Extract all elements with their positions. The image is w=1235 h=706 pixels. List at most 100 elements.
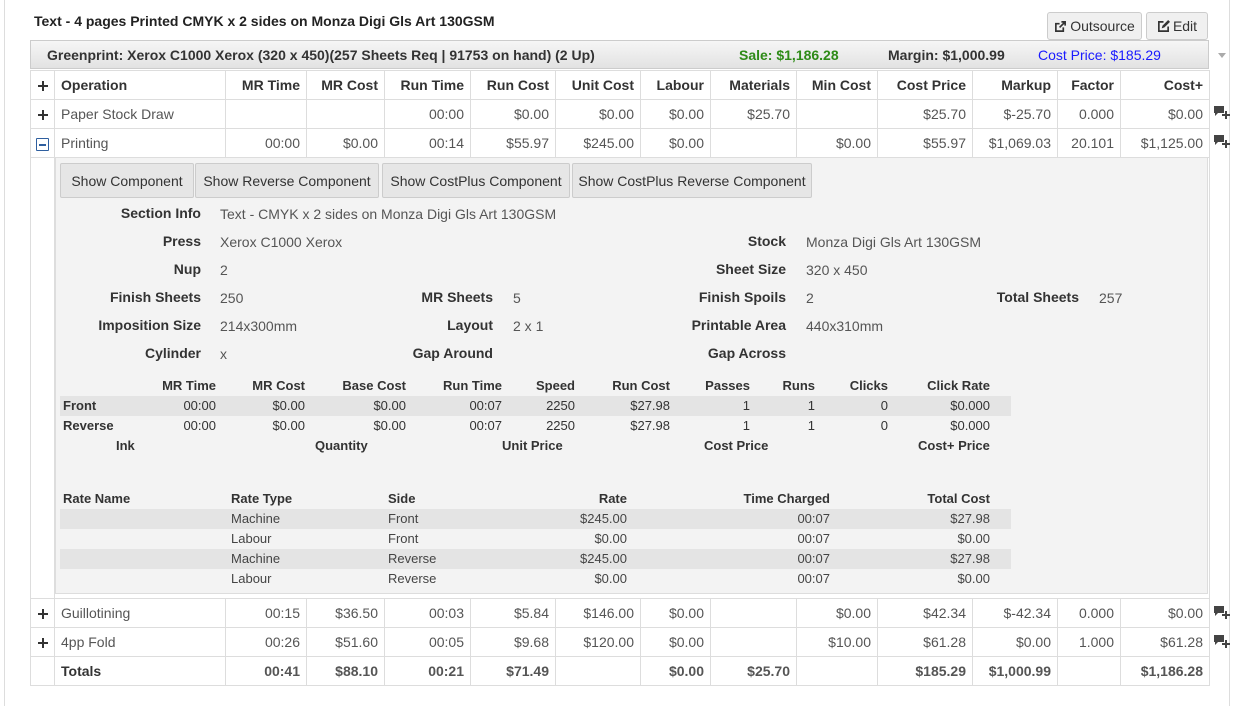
cell: $1,186.28 (1120, 656, 1210, 686)
cylinder-value: x (220, 346, 227, 362)
layout-value: 2 x 1 (513, 318, 544, 334)
cell (555, 656, 641, 686)
chevron-down-icon[interactable] (1218, 53, 1226, 58)
cell: $55.97 (470, 128, 556, 158)
cell: $61.28 (1120, 627, 1210, 657)
cell: $0.00 (306, 128, 385, 158)
run-col-clicks: Clicks (849, 378, 888, 393)
press-summary-bar[interactable]: Greenprint: Xerox C1000 Xerox (320 x 450… (30, 40, 1226, 69)
add-comment-icon[interactable] (1214, 635, 1230, 649)
add-comment-icon[interactable] (1214, 135, 1230, 149)
cell: 0.000 (1057, 598, 1121, 628)
edit-button[interactable]: Edit (1146, 12, 1208, 40)
collapse-icon[interactable] (30, 128, 55, 158)
col-run-cost: Run Cost (470, 70, 556, 100)
add-comment-icon[interactable] (1214, 606, 1230, 620)
run-cell: $0.00 (272, 398, 305, 413)
rate-cell: $245.00 (580, 551, 627, 566)
spacer (30, 656, 55, 686)
gap-around-label: Gap Around (412, 345, 493, 361)
totals-row: Totals 00:41 $88.10 00:21 $71.49 $0.00 $… (30, 656, 1210, 686)
expand-icon[interactable] (30, 99, 55, 129)
cell: $5.84 (470, 598, 556, 628)
printable-area-value: 440x310mm (806, 318, 884, 334)
add-comment-icon[interactable] (1214, 106, 1230, 120)
margin-total: Margin: $1,000.99 (888, 47, 1005, 63)
spacer (30, 157, 55, 599)
total-sheets-value: 257 (1099, 290, 1123, 306)
page-border-left (4, 0, 5, 706)
press-field-label: Press (162, 233, 201, 249)
run-cell: $0.000 (950, 418, 990, 433)
run-cell: 1 (807, 418, 815, 433)
rate-cell: Front (388, 531, 419, 546)
nup-value: 2 (220, 262, 228, 278)
run-col-run-cost: Run Cost (612, 378, 670, 393)
table-row[interactable]: Paper Stock Draw 00:00 $0.00 $0.00 $0.00… (30, 99, 1210, 129)
cell: 1.000 (1057, 627, 1121, 657)
run-cell: 1 (742, 398, 750, 413)
expand-all-icon[interactable] (30, 70, 55, 100)
cell: $1,000.99 (972, 656, 1058, 686)
cell: $0.00 (470, 99, 556, 129)
show-reverse-component-button[interactable]: Show Reverse Component (195, 163, 379, 198)
run-cell: 0 (880, 418, 888, 433)
cell: Totals (54, 656, 226, 686)
ink-col-quantity: Quantity (315, 438, 368, 453)
mr-sheets-value: 5 (513, 290, 521, 306)
cell (710, 627, 797, 657)
cell: $25.70 (710, 656, 797, 686)
stock-label: Stock (747, 233, 786, 249)
outsource-label: Outsource (1070, 18, 1135, 34)
col-cost-price: Cost Price (877, 70, 973, 100)
cell: $25.70 (877, 99, 973, 129)
col-unit-cost: Unit Cost (555, 70, 641, 100)
table-row[interactable]: Guillotining 00:15 $36.50 00:03 $5.84 $1… (30, 598, 1210, 628)
outsource-button[interactable]: Outsource (1047, 12, 1142, 40)
ink-col-ink: Ink (116, 438, 135, 453)
run-cell: $0.00 (373, 398, 406, 413)
rate-cell: Front (388, 511, 419, 526)
run-cell: $27.98 (630, 418, 670, 433)
expand-icon[interactable] (30, 598, 55, 628)
rate-cell: $0.00 (594, 571, 627, 586)
printing-detail-panel: Show Component Show Reverse Component Sh… (55, 157, 1208, 594)
cell: $0.00 (640, 128, 711, 158)
press-field-value: Xerox C1000 Xerox (220, 234, 343, 250)
cell: 20.101 (1057, 128, 1121, 158)
sheet-size-label: Sheet Size (715, 261, 786, 277)
cell: $0.00 (640, 99, 711, 129)
cell: 00:00 (225, 128, 307, 158)
run-cell: 1 (742, 418, 750, 433)
expand-icon[interactable] (30, 627, 55, 657)
rate-cell: 00:07 (797, 571, 830, 586)
section-info-value: Text - CMYK x 2 sides on Monza Digi Gls … (220, 206, 557, 222)
cell (1057, 656, 1121, 686)
table-row[interactable]: 4pp Fold 00:26 $51.60 00:05 $9.68 $120.0… (30, 627, 1210, 657)
rate-cell: 00:07 (797, 531, 830, 546)
run-cell: 2250 (546, 398, 575, 413)
show-component-button[interactable]: Show Component (60, 163, 194, 198)
ink-col-cost-plus-price: Cost+ Price (918, 438, 990, 453)
stock-value: Monza Digi Gls Art 130GSM (806, 234, 982, 250)
run-col-click-rate: Click Rate (927, 378, 990, 393)
rate-cell: Labour (231, 571, 272, 586)
rate-col-time-charged: Time Charged (743, 491, 830, 506)
rate-cell: 00:07 (797, 551, 830, 566)
gap-across-label: Gap Across (707, 345, 786, 361)
section-info-label: Section Info (120, 205, 201, 221)
cell: $146.00 (555, 598, 641, 628)
col-mr-time: MR Time (225, 70, 307, 100)
cell: 00:41 (225, 656, 307, 686)
cell: 00:21 (384, 656, 471, 686)
rate-cell: Reverse (388, 551, 437, 566)
col-markup: Markup (972, 70, 1058, 100)
run-cell: 0 (880, 398, 888, 413)
cell (306, 99, 385, 129)
show-costplus-component-button[interactable]: Show CostPlus Component (382, 163, 570, 198)
cell: $0.00 (555, 99, 641, 129)
table-row[interactable]: Printing 00:00 $0.00 00:14 $55.97 $245.0… (30, 128, 1210, 158)
ink-col-cost-price: Cost Price (704, 438, 769, 453)
show-costplus-reverse-component-button[interactable]: Show CostPlus Reverse Component (572, 163, 812, 198)
cell: $185.29 (877, 656, 973, 686)
